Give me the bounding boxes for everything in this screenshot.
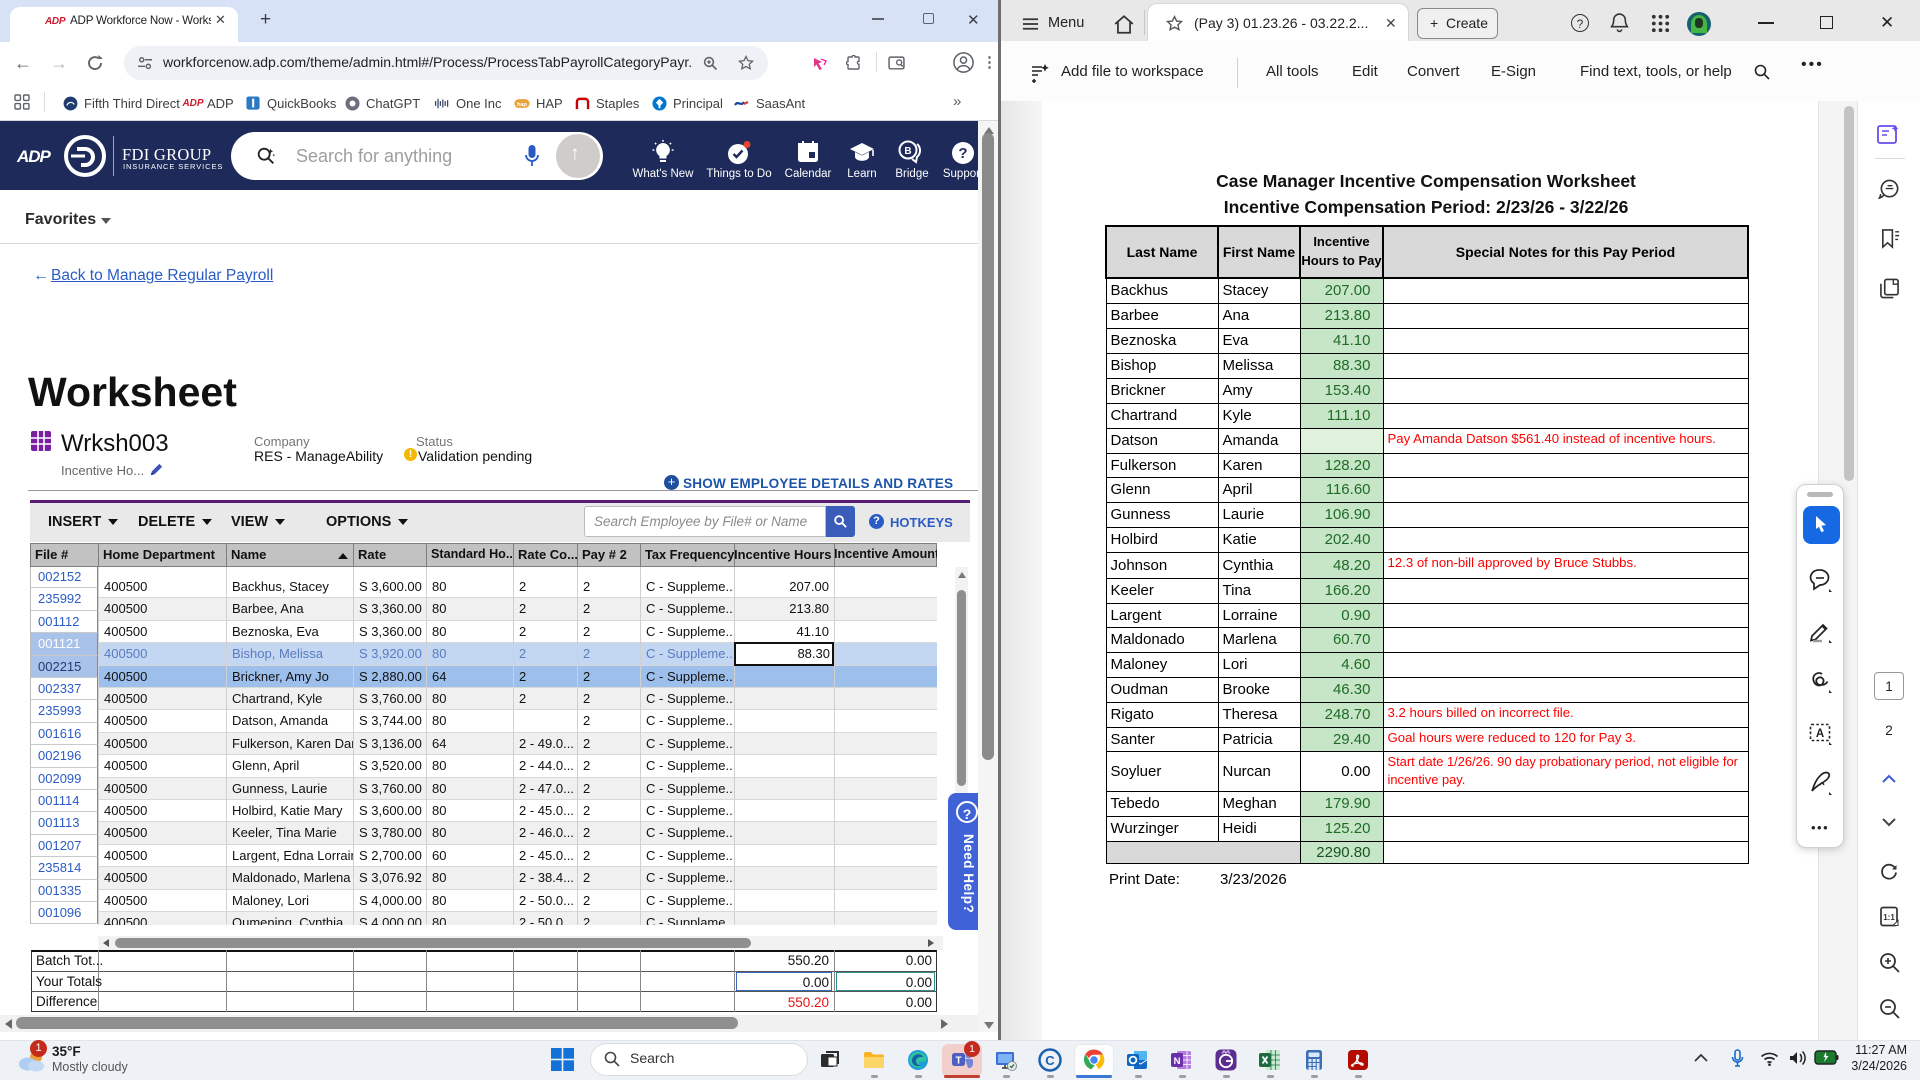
svg-text:N: N	[1174, 1056, 1181, 1067]
svg-text:hap: hap	[517, 101, 528, 107]
svg-text:T: T	[955, 1056, 961, 1067]
svg-text:?: ?	[958, 145, 967, 162]
svg-text:B: B	[904, 146, 911, 157]
svg-text:C: C	[1045, 1053, 1055, 1068]
svg-text:1:1: 1:1	[1883, 913, 1895, 922]
svg-text:A: A	[1816, 728, 1824, 740]
